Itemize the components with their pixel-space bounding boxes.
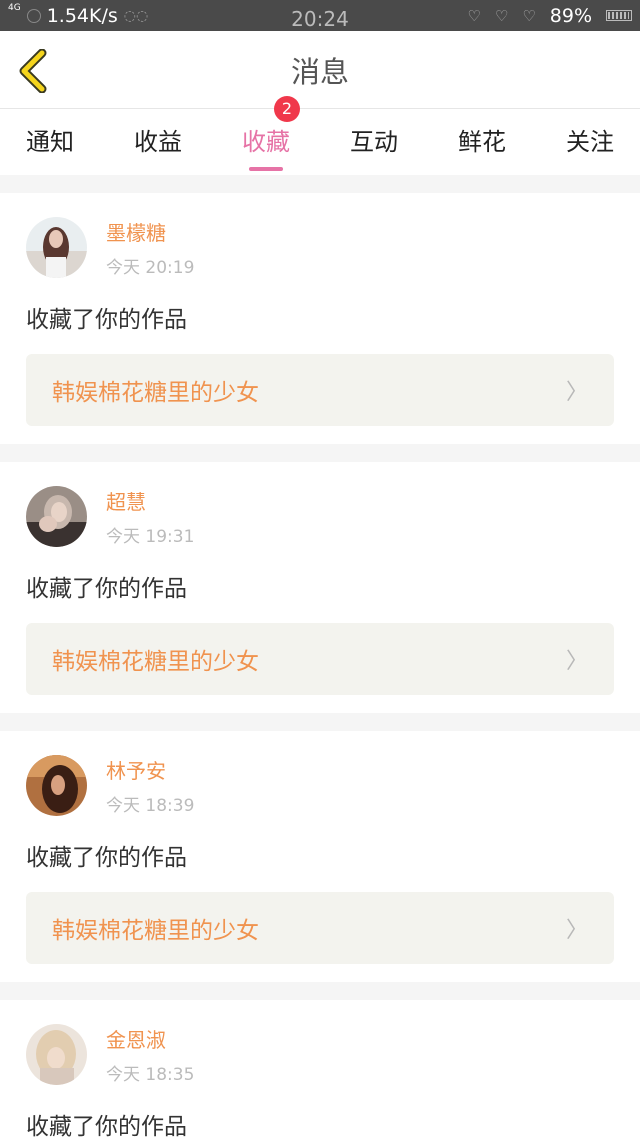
tab-label: 鲜花 xyxy=(458,127,506,156)
action-text: 收藏了你的作品 xyxy=(26,576,187,602)
chevron-right-icon: 〉 xyxy=(565,649,588,674)
avatar[interactable] xyxy=(26,486,87,547)
tab-label: 互动 xyxy=(350,127,398,156)
username[interactable]: 林予安 xyxy=(106,755,194,784)
wifi-icon: ◌◌ xyxy=(123,7,149,24)
list-item: 墨檬糖 今天 20:19 收藏了你的作品 韩娱棉花糖里的少女 〉 xyxy=(0,193,640,444)
username[interactable]: 墨檬糖 xyxy=(106,217,194,246)
tab-follows[interactable]: 关注 xyxy=(566,118,614,167)
work-title: 韩娱棉花糖里的少女 xyxy=(52,918,259,944)
list-item: 林予安 今天 18:39 收藏了你的作品 韩娱棉花糖里的少女 〉 xyxy=(0,731,640,982)
action-text: 收藏了你的作品 xyxy=(26,845,187,871)
heart-icon: ♡ xyxy=(522,6,536,25)
network-speed: 1.54K/s xyxy=(46,4,118,27)
avatar[interactable] xyxy=(26,1024,87,1085)
message-list: 墨檬糖 今天 20:19 收藏了你的作品 韩娱棉花糖里的少女 〉 超慧 今天 1… xyxy=(0,175,640,1138)
heart-icon: ♡ xyxy=(494,6,509,25)
work-link[interactable]: 韩娱棉花糖里的少女 〉 xyxy=(26,623,614,695)
tab-label: 收藏 xyxy=(242,127,290,156)
timestamp: 今天 18:39 xyxy=(106,796,195,816)
tab-interactions[interactable]: 互动 xyxy=(350,118,398,167)
signal-icon xyxy=(26,8,41,23)
chevron-right-icon: 〉 xyxy=(565,380,588,405)
action-text: 收藏了你的作品 xyxy=(26,307,187,333)
username[interactable]: 金恩淑 xyxy=(106,1024,194,1053)
tab-flowers[interactable]: 鲜花 xyxy=(458,118,506,167)
work-title: 韩娱棉花糖里的少女 xyxy=(52,380,259,406)
tab-favorites[interactable]: 收藏 2 xyxy=(242,95,300,167)
avatar[interactable] xyxy=(26,217,87,278)
status-bar: 4G 1.54K/s ◌◌ 20:24 ♡ ♡ ♡ 89% xyxy=(0,0,640,31)
tab-label: 通知 xyxy=(26,127,74,156)
chevron-right-icon: 〉 xyxy=(565,918,588,943)
tab-label: 收益 xyxy=(134,127,182,156)
nav-bar: 消息 xyxy=(0,31,640,109)
battery-icon xyxy=(606,10,632,21)
username[interactable]: 超慧 xyxy=(106,486,194,515)
unread-badge: 2 xyxy=(274,95,300,122)
tab-notifications[interactable]: 通知 xyxy=(26,118,74,167)
battery-percent: 89% xyxy=(549,4,592,27)
tab-label: 关注 xyxy=(566,127,614,156)
work-link[interactable]: 韩娱棉花糖里的少女 〉 xyxy=(26,892,614,964)
timestamp: 今天 20:19 xyxy=(106,258,195,278)
tab-bar: 通知 收益 收藏 2 互动 鲜花 关注 xyxy=(0,95,640,175)
page-title: 消息 xyxy=(290,54,349,89)
list-item: 金恩淑 今天 18:35 收藏了你的作品 xyxy=(0,1000,640,1138)
work-title: 韩娱棉花糖里的少女 xyxy=(52,649,259,675)
network-type: 4G xyxy=(8,2,21,13)
work-link[interactable]: 韩娱棉花糖里的少女 〉 xyxy=(26,354,614,426)
timestamp: 今天 19:31 xyxy=(106,527,195,547)
tab-earnings[interactable]: 收益 xyxy=(134,118,182,167)
timestamp: 今天 18:35 xyxy=(106,1065,195,1085)
heart-icon: ♡ xyxy=(467,6,481,25)
back-chevron-icon xyxy=(19,48,47,94)
avatar[interactable] xyxy=(26,755,87,816)
action-text: 收藏了你的作品 xyxy=(26,1114,187,1138)
list-item: 超慧 今天 19:31 收藏了你的作品 韩娱棉花糖里的少女 〉 xyxy=(0,462,640,713)
back-button[interactable] xyxy=(14,48,54,94)
